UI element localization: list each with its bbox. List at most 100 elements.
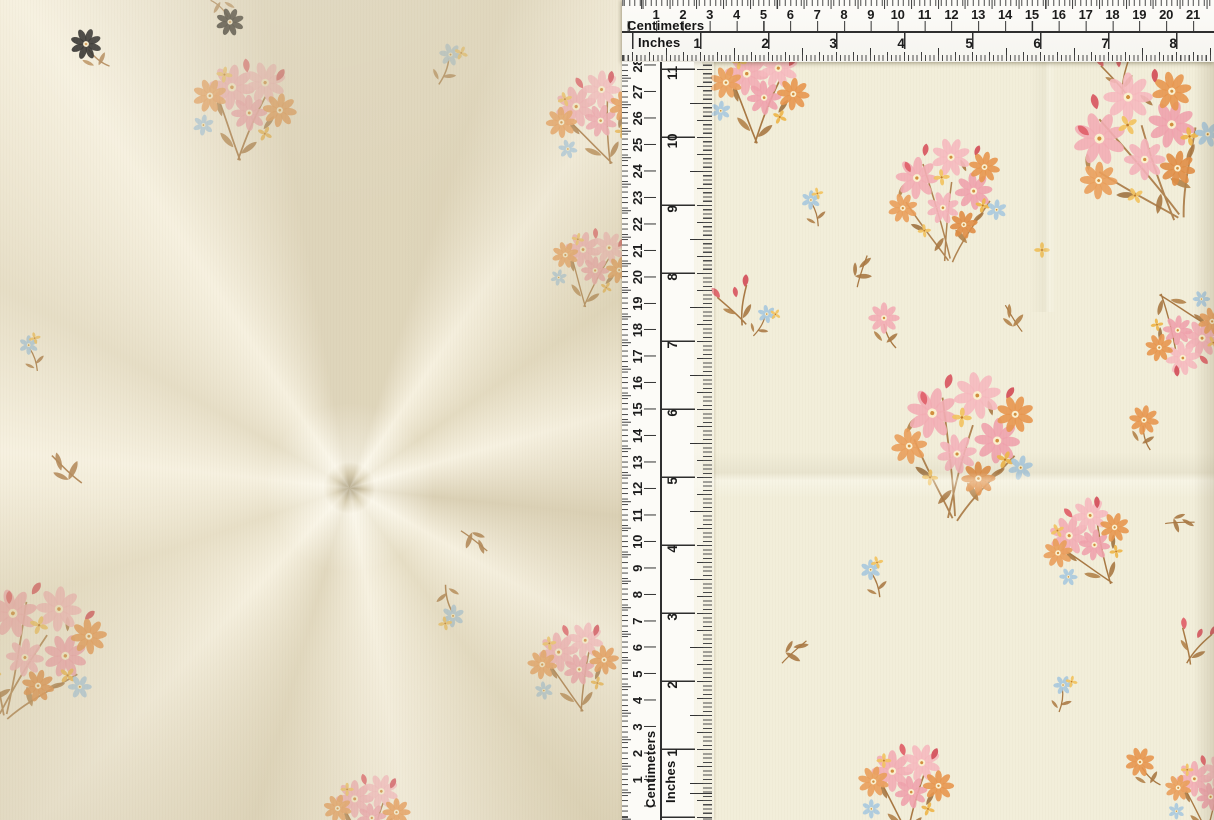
inch-number: 1 (665, 749, 680, 756)
cm-number: 4 (630, 697, 645, 704)
leaf-sprig (997, 300, 1029, 337)
cm-number: 20 (630, 270, 645, 284)
flower-cluster (1121, 743, 1164, 794)
flower-cluster (1046, 671, 1079, 715)
flower-cluster (883, 361, 1042, 527)
flower-cluster (1162, 751, 1214, 820)
cm-number: 8 (630, 591, 645, 598)
cm-number: 4 (733, 7, 740, 22)
inch-number: 11 (665, 66, 680, 80)
flower-cluster (1124, 403, 1161, 451)
cm-number: 6 (630, 644, 645, 651)
flower-cluster (1124, 270, 1214, 392)
cm-number: 27 (630, 85, 645, 99)
inch-number: 5 (665, 477, 680, 484)
floral-pattern-draped (0, 0, 624, 820)
flower-cluster (708, 273, 761, 332)
cm-number: 17 (630, 350, 645, 364)
leaf-sprig (774, 633, 815, 671)
flower-cluster (1035, 38, 1214, 256)
cm-number: 11 (630, 509, 645, 522)
vertical-ruler: 1234567891011121314151617181920212223242… (622, 62, 714, 820)
fabric-swirl-shading (0, 0, 624, 820)
flower-cluster (540, 215, 624, 315)
flower-cluster (424, 36, 471, 90)
cm-number: 25 (630, 138, 645, 152)
cm-number: 11 (918, 7, 931, 22)
sixteenth-inch-ticks (703, 62, 712, 820)
flower-cluster (432, 582, 469, 633)
inch-numbers: 1234567891011 (665, 62, 679, 820)
cm-number: 19 (630, 297, 645, 311)
flower-cluster (1023, 480, 1151, 607)
cm-number: 5 (630, 671, 645, 678)
cm-number: 3 (630, 724, 645, 731)
cm-number: 5 (760, 7, 767, 22)
centimeter-ticks (622, 21, 1214, 31)
cm-number: 21 (1186, 7, 1200, 22)
cm-number: 12 (630, 482, 645, 496)
leaf-sprig (1164, 510, 1197, 536)
inch-number: 4 (665, 545, 680, 552)
flower-cluster (0, 555, 125, 743)
cm-number: 17 (1079, 7, 1093, 22)
flower-cluster (65, 23, 113, 78)
flower-cluster (518, 613, 624, 719)
flower-cluster (208, 0, 249, 40)
flower-cluster (743, 298, 784, 342)
cm-number: 21 (630, 244, 645, 258)
cm-number: 9 (867, 7, 874, 22)
draped-fabric-photo (0, 0, 624, 820)
cm-number: 18 (630, 323, 645, 337)
cm-number: 26 (630, 111, 645, 125)
sixteenth-inch-ticks (622, 55, 1214, 61)
inch-number: 3 (665, 613, 680, 620)
cm-number: 15 (630, 403, 645, 417)
cm-number: 3 (706, 7, 713, 22)
horizontal-ruler: 123456789101112131415161718192021 Centim… (622, 0, 1214, 62)
cm-number: 16 (630, 376, 645, 390)
centimeter-ticks (644, 62, 656, 820)
centimeters-label: Centimeters (643, 731, 658, 808)
cm-number: 7 (630, 618, 645, 625)
flower-cluster (868, 302, 899, 348)
flower-cluster (1167, 612, 1214, 670)
cm-number: 7 (814, 7, 821, 22)
flower-cluster (855, 554, 892, 601)
fabric-texture (0, 0, 624, 820)
flower-cluster (878, 128, 1014, 269)
leaf-sprig (454, 521, 494, 562)
cm-number: 24 (630, 164, 645, 178)
inch-number: 9 (665, 205, 680, 212)
inch-number: 10 (665, 134, 680, 149)
cm-number: 19 (1132, 7, 1146, 22)
cm-number: 14 (630, 429, 645, 443)
cm-number: 22 (630, 217, 645, 231)
centimeter-numbers: 123456789101112131415161718192021 (622, 7, 1214, 21)
flower-cluster (1034, 242, 1050, 258)
cm-number: 20 (1159, 7, 1173, 22)
centimeter-numbers: 1234567891011121314151617181920212223242… (630, 62, 644, 820)
cm-number: 15 (1025, 7, 1039, 22)
cm-number: 12 (944, 7, 958, 22)
flower-cluster (320, 769, 410, 820)
inch-number: 2 (665, 681, 680, 688)
flower-cluster (854, 738, 954, 820)
cm-number: 9 (630, 565, 645, 572)
inch-number: 6 (665, 409, 680, 416)
flower-cluster (14, 330, 49, 374)
flower-cluster (181, 46, 304, 167)
fabric-product-photo: 123456789101112131415161718192021 Centim… (0, 0, 1214, 820)
cm-number: 8 (840, 7, 847, 22)
flower-cluster (797, 186, 830, 230)
cm-number: 10 (630, 535, 645, 549)
cm-number: 18 (1105, 7, 1119, 22)
cm-number: 23 (630, 191, 645, 205)
cm-number: 13 (971, 7, 985, 22)
cm-number: 6 (787, 7, 794, 22)
cm-number: 10 (891, 7, 905, 22)
flower-cluster (530, 56, 624, 180)
leaf-sprig (43, 444, 91, 494)
cm-number: 16 (1052, 7, 1066, 22)
leaf-sprig (843, 251, 881, 292)
